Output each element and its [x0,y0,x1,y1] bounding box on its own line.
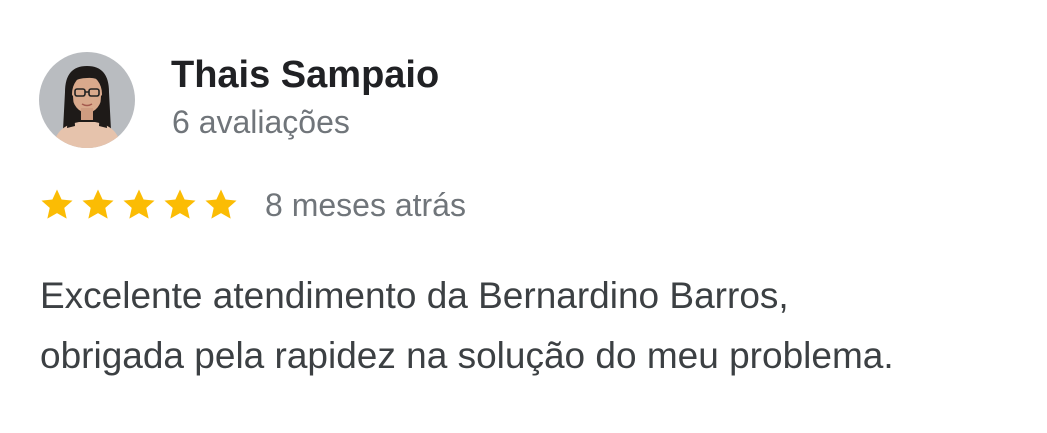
rating-row: 8 meses atrás [38,183,466,227]
review-date: 8 meses atrás [265,187,466,223]
star-icon [79,186,117,224]
avatar[interactable] [39,52,135,148]
reviewer-name[interactable]: Thais Sampaio [171,52,439,98]
star-icon [202,186,240,224]
star-icon [38,186,76,224]
review-text-line: Excelente atendimento da Bernardino Barr… [40,275,789,316]
star-icon [161,186,199,224]
star-icon [120,186,158,224]
profile-photo-icon [39,52,135,148]
review-count[interactable]: 6 avaliações [172,102,350,142]
star-rating [38,186,240,224]
review-text-line: obrigada pela rapidez na solução do meu … [40,335,894,376]
review-card: Thais Sampaio 6 avaliações 8 meses atrás… [0,0,1047,433]
review-text: Excelente atendimento da Bernardino Barr… [40,266,1030,386]
